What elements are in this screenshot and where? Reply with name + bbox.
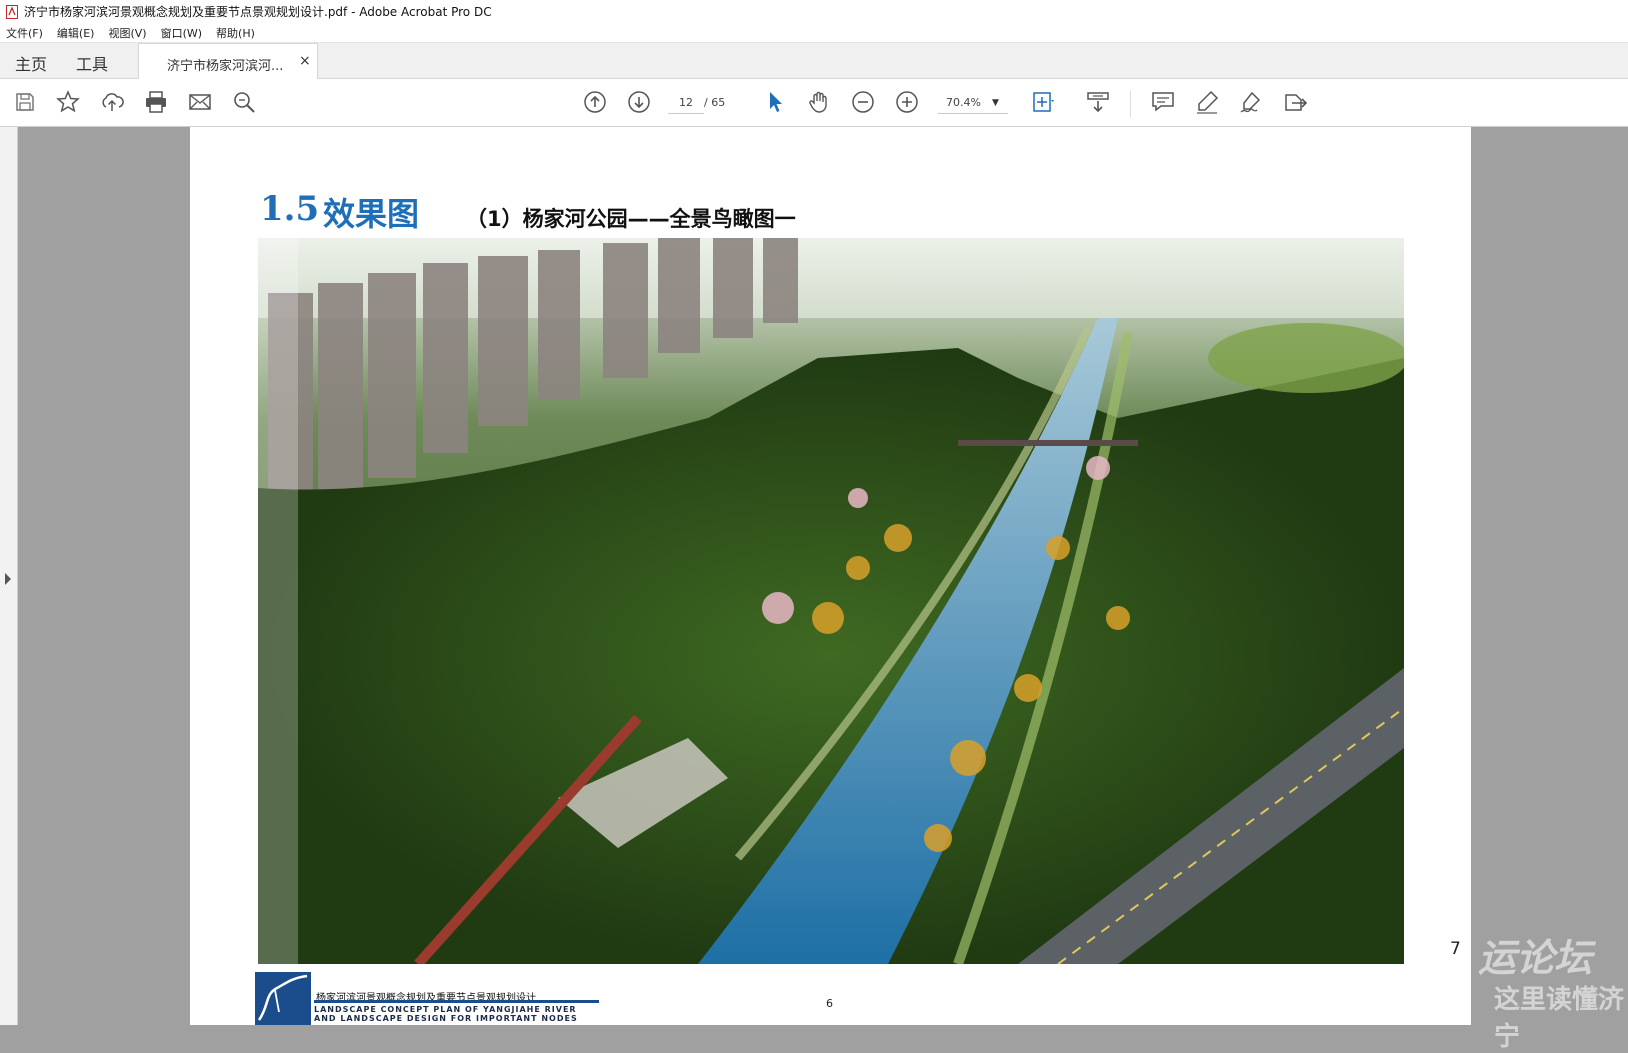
share-icon[interactable] xyxy=(1282,89,1308,115)
zoom-in-icon[interactable] xyxy=(894,89,920,115)
footer-page-number: 6 xyxy=(826,997,833,1010)
zoom-out-icon[interactable] xyxy=(850,89,876,115)
total-pages: / 65 xyxy=(704,96,726,109)
upload-cloud-icon[interactable] xyxy=(99,89,125,115)
tab-tools[interactable]: 工具 xyxy=(76,51,108,75)
sign-icon[interactable] xyxy=(1238,89,1264,115)
watermark-text: 运论坛 xyxy=(1478,936,1593,980)
watermark-slogan: 这里读懂济宁 xyxy=(1494,985,1625,1052)
toolbar-divider xyxy=(1130,91,1131,117)
search-zoom-icon[interactable] xyxy=(231,89,257,115)
section-subtitle: （1）杨家河公园——全景鸟瞰图一 xyxy=(466,207,796,231)
bookmark-star-icon[interactable] xyxy=(55,89,81,115)
close-tab-icon[interactable]: × xyxy=(299,53,311,69)
page-down-icon[interactable] xyxy=(626,89,652,115)
fit-page-icon[interactable] xyxy=(1030,89,1056,115)
page-up-icon[interactable] xyxy=(582,89,608,115)
footer-english-line-2: AND LANDSCAPE DESIGN FOR IMPORTANT NODES xyxy=(314,1014,578,1023)
document-viewport[interactable]: 1.5 效果图 （1）杨家河公园——全景鸟瞰图一 杨家河滨河景观概念规划及重要节… xyxy=(0,127,1628,1052)
email-icon[interactable] xyxy=(187,89,213,115)
comment-icon[interactable] xyxy=(1150,89,1176,115)
select-arrow-icon[interactable] xyxy=(762,89,788,115)
footer-english-line-1: LANDSCAPE CONCEPT PLAN OF YANGJIAHE RIVE… xyxy=(314,1005,577,1014)
scroll-mode-icon[interactable] xyxy=(1085,89,1111,115)
footer-rule xyxy=(314,1000,599,1003)
toolbar: 12 / 65 70.4% ▼ xyxy=(0,79,1628,127)
current-page-input[interactable]: 12 xyxy=(668,92,704,114)
tab-bar: 主页 工具 济宁市杨家河滨河... × xyxy=(0,43,1628,79)
tab-document-label: 济宁市杨家河滨河... xyxy=(167,59,284,74)
menu-bar: 文件(F) 编辑(E) 视图(V) 窗口(W) 帮助(H) xyxy=(0,23,1628,43)
title-bar: 济宁市杨家河滨河景观概念规划及重要节点景观规划设计.pdf - Adobe Ac… xyxy=(0,0,1628,23)
tab-document[interactable]: 济宁市杨家河滨河... × xyxy=(138,43,318,79)
hand-tool-icon[interactable] xyxy=(806,89,832,115)
menu-file[interactable]: 文件(F) xyxy=(6,25,43,41)
side-page-number: 7 xyxy=(1450,939,1461,959)
acrobat-pdf-icon xyxy=(6,4,18,19)
highlight-pen-icon[interactable] xyxy=(1194,89,1220,115)
tab-home[interactable]: 主页 xyxy=(15,51,47,75)
navigation-pane-collapsed[interactable] xyxy=(0,127,18,1025)
menu-view[interactable]: 视图(V) xyxy=(108,25,146,41)
aerial-rendering-image xyxy=(258,238,1404,964)
save-icon[interactable] xyxy=(12,89,38,115)
menu-help[interactable]: 帮助(H) xyxy=(216,25,255,41)
menu-window[interactable]: 窗口(W) xyxy=(161,25,202,41)
window-title: 济宁市杨家河滨河景观概念规划及重要节点景观规划设计.pdf - Adobe Ac… xyxy=(24,5,492,19)
expand-pane-icon[interactable] xyxy=(5,573,11,585)
project-logo xyxy=(255,972,311,1025)
section-title: 效果图 xyxy=(323,195,420,233)
section-number: 1.5 xyxy=(260,189,320,229)
pdf-page: 1.5 效果图 （1）杨家河公园——全景鸟瞰图一 杨家河滨河景观概念规划及重要节… xyxy=(190,127,1471,1025)
print-icon[interactable] xyxy=(143,89,169,115)
chevron-down-icon[interactable]: ▼ xyxy=(992,92,999,114)
menu-edit[interactable]: 编辑(E) xyxy=(57,25,95,41)
